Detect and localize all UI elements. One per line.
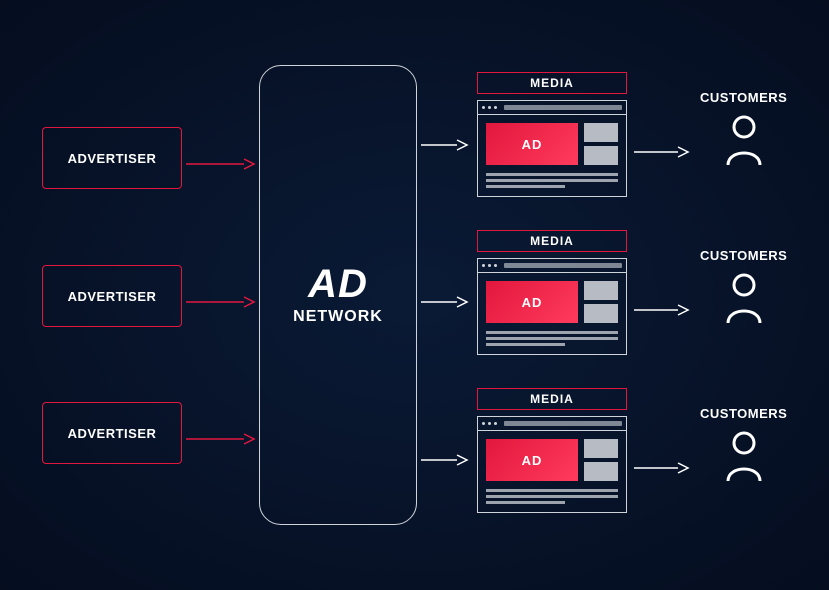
text-line	[486, 495, 618, 498]
advertiser-box-2: ADVERTISER	[42, 265, 182, 327]
content-block	[584, 462, 618, 481]
customers-block-3: CUSTOMERS	[700, 406, 787, 483]
arrow-advertiser-1	[186, 158, 256, 159]
advertiser-box-1: ADVERTISER	[42, 127, 182, 189]
sidebar-blocks	[584, 123, 618, 165]
ad-slot: AD	[486, 439, 578, 481]
content-block	[584, 146, 618, 165]
arrow-media-customers-1	[634, 146, 690, 147]
ad-slot: AD	[486, 123, 578, 165]
window-dot	[488, 422, 491, 425]
person-icon	[722, 429, 766, 483]
content-block	[584, 281, 618, 300]
window-dot	[488, 264, 491, 267]
browser-top-bar	[478, 101, 626, 115]
media-label: MEDIA	[477, 388, 627, 410]
ad-network-box: AD NETWORK	[259, 65, 417, 525]
ad-network-title: AD	[308, 264, 368, 304]
ad-network-subtitle: NETWORK	[293, 308, 383, 326]
advertiser-label: ADVERTISER	[68, 151, 157, 166]
advertiser-label: ADVERTISER	[68, 426, 157, 441]
customers-label: CUSTOMERS	[700, 248, 787, 263]
browser-body: AD	[478, 431, 626, 512]
text-line	[486, 337, 618, 340]
address-bar	[504, 263, 622, 268]
ad-slot-text: AD	[522, 295, 543, 310]
customers-label: CUSTOMERS	[700, 406, 787, 421]
text-line	[486, 343, 565, 346]
ad-slot: AD	[486, 281, 578, 323]
arrow-advertiser-3	[186, 433, 256, 434]
person-icon	[722, 271, 766, 325]
window-dot	[482, 264, 485, 267]
address-bar	[504, 421, 622, 426]
ad-slot-text: AD	[522, 137, 543, 152]
customers-block-1: CUSTOMERS	[700, 90, 787, 167]
media-block-2: MEDIA AD	[477, 230, 627, 355]
browser-body: AD	[478, 273, 626, 354]
window-dot	[494, 106, 497, 109]
text-line	[486, 331, 618, 334]
window-dot	[482, 422, 485, 425]
text-lines	[486, 329, 618, 346]
ad-slot-text: AD	[522, 453, 543, 468]
browser-mock: AD	[477, 416, 627, 513]
arrow-advertiser-2	[186, 296, 256, 297]
customers-block-2: CUSTOMERS	[700, 248, 787, 325]
browser-mock: AD	[477, 100, 627, 197]
arrow-media-customers-2	[634, 304, 690, 305]
customers-label: CUSTOMERS	[700, 90, 787, 105]
text-line	[486, 179, 618, 182]
text-line	[486, 501, 565, 504]
browser-top-bar	[478, 259, 626, 273]
text-line	[486, 173, 618, 176]
person-icon	[722, 113, 766, 167]
address-bar	[504, 105, 622, 110]
browser-top-bar	[478, 417, 626, 431]
media-label: MEDIA	[477, 72, 627, 94]
sidebar-blocks	[584, 281, 618, 323]
arrow-media-customers-3	[634, 462, 690, 463]
window-dot	[494, 422, 497, 425]
content-block	[584, 123, 618, 142]
window-dot	[494, 264, 497, 267]
browser-body: AD	[478, 115, 626, 196]
text-lines	[486, 487, 618, 504]
arrow-network-media-3	[421, 454, 469, 455]
arrow-network-media-1	[421, 139, 469, 140]
advertiser-box-3: ADVERTISER	[42, 402, 182, 464]
text-lines	[486, 171, 618, 188]
browser-mock: AD	[477, 258, 627, 355]
media-block-3: MEDIA AD	[477, 388, 627, 513]
text-line	[486, 185, 565, 188]
content-block	[584, 304, 618, 323]
text-line	[486, 489, 618, 492]
media-block-1: MEDIA AD	[477, 72, 627, 197]
sidebar-blocks	[584, 439, 618, 481]
media-label: MEDIA	[477, 230, 627, 252]
content-block	[584, 439, 618, 458]
window-dot	[482, 106, 485, 109]
arrow-network-media-2	[421, 296, 469, 297]
advertiser-label: ADVERTISER	[68, 289, 157, 304]
window-dot	[488, 106, 491, 109]
